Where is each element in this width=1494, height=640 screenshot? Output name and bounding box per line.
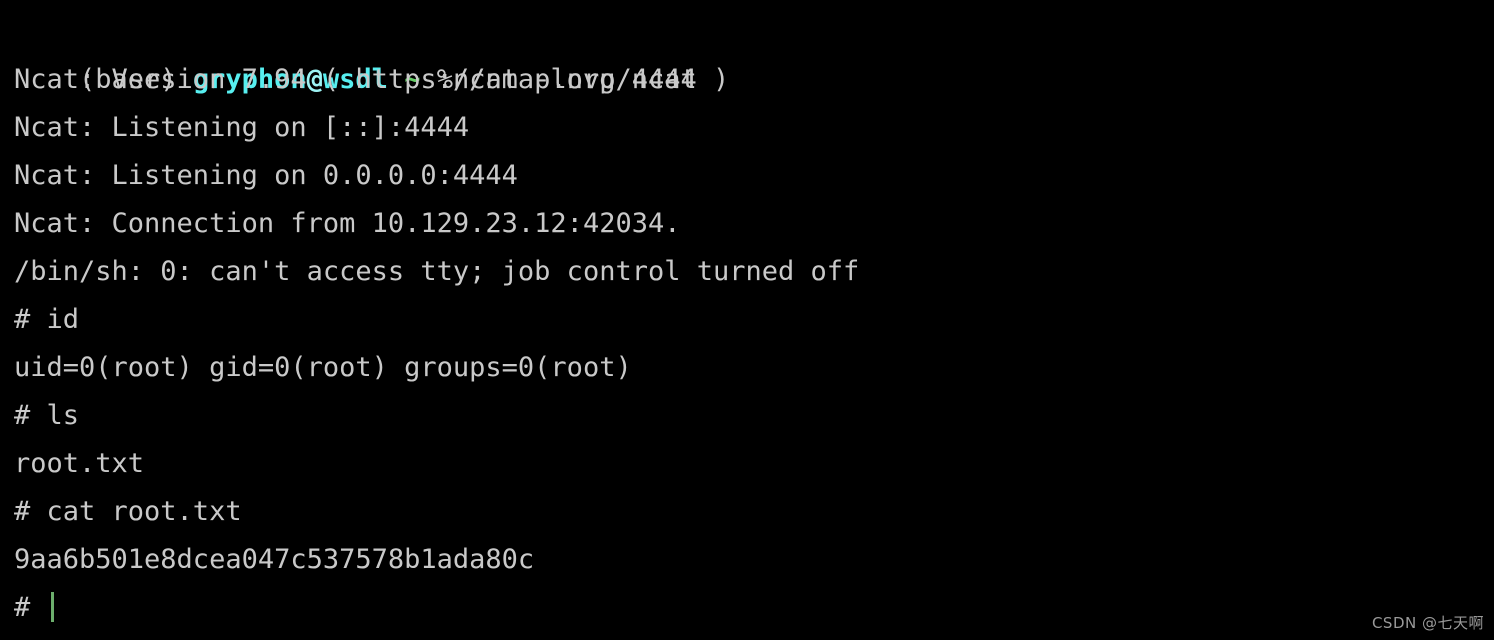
command-line-ls: # ls: [14, 400, 80, 431]
command-line-id: # id: [14, 304, 80, 335]
output-line-ls-result: root.txt: [14, 448, 145, 479]
root-prompt-symbol: #: [14, 592, 47, 623]
terminal-line-prompt: (base) gryphon@wsdl ~ %ncat -lnvp 4444: [14, 8, 1494, 95]
output-line-connection-from: Ncat: Connection from 10.129.23.12:42034…: [14, 208, 681, 239]
output-line-tty-warning: /bin/sh: 0: can't access tty; job contro…: [14, 256, 860, 287]
active-shell-prompt[interactable]: #: [14, 584, 1494, 632]
command-line-cat-root-txt: # cat root.txt: [14, 496, 242, 527]
output-line-listening-ipv4: Ncat: Listening on 0.0.0.0:4444: [14, 160, 518, 191]
output-line-ncat-version: Ncat: Version 7.94 ( https://nmap.org/nc…: [14, 64, 730, 95]
output-line-id-result: uid=0(root) gid=0(root) groups=0(root): [14, 352, 632, 383]
output-line-listening-ipv6: Ncat: Listening on [::]:4444: [14, 112, 470, 143]
text-cursor: [50, 592, 54, 622]
csdn-watermark: CSDN @七天啊: [1371, 614, 1484, 632]
terminal-window[interactable]: (base) gryphon@wsdl ~ %ncat -lnvp 4444 N…: [0, 0, 1494, 640]
output-line-flag-hash: 9aa6b501e8dcea047c537578b1ada80c: [14, 544, 535, 575]
